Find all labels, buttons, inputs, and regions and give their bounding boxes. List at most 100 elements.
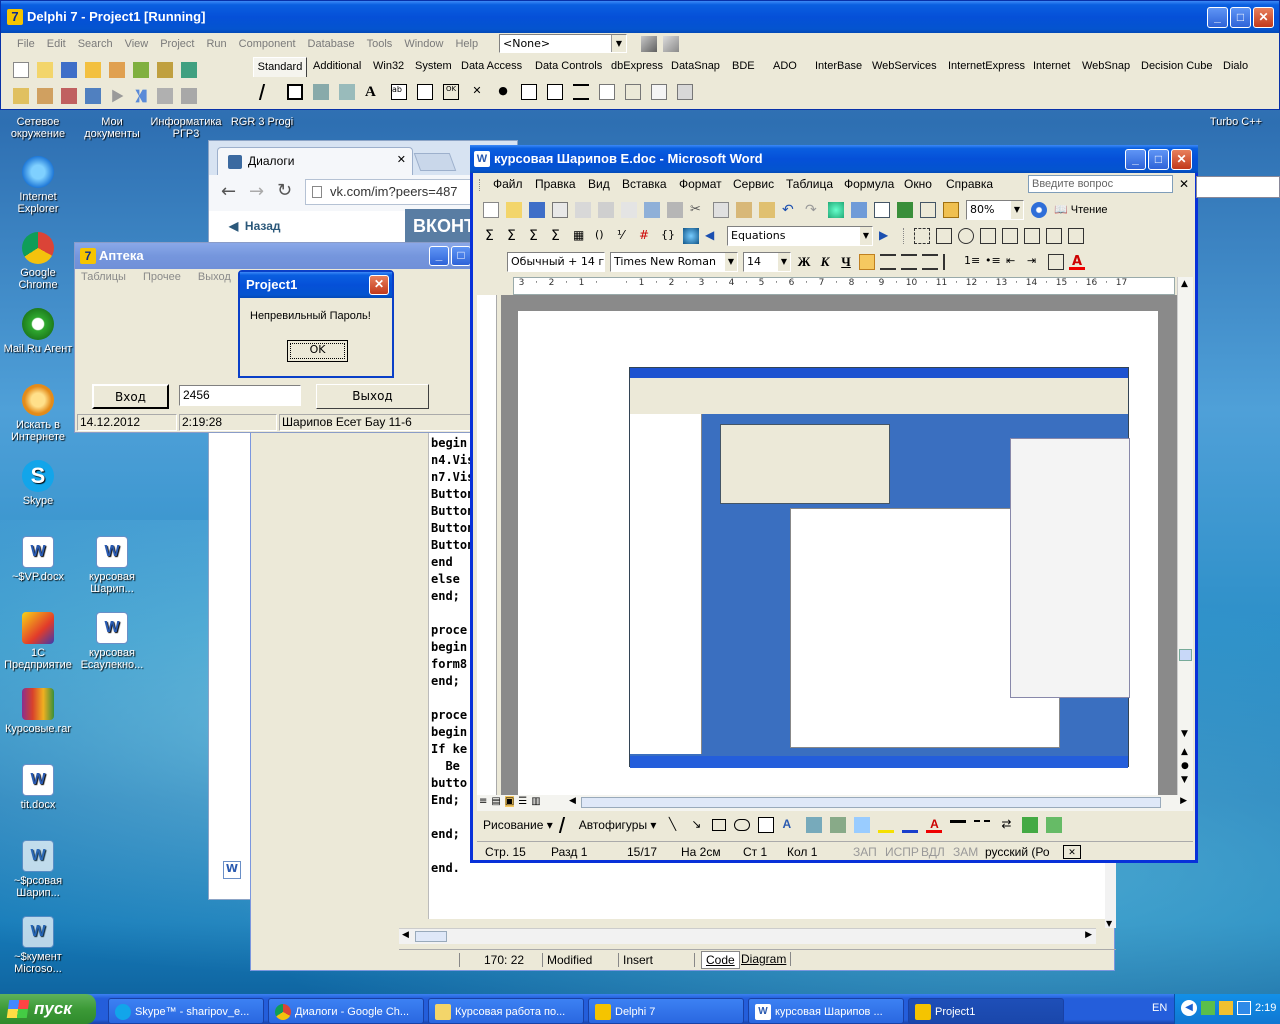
- menu-vyhod[interactable]: Выход: [198, 271, 231, 283]
- close-button[interactable]: ✕: [1253, 7, 1274, 28]
- clipart-icon[interactable]: [830, 817, 847, 833]
- insert-excel-icon[interactable]: [897, 201, 913, 218]
- palette-tab-dbexpress[interactable]: dbExpress: [611, 60, 663, 72]
- menu-component[interactable]: Component: [239, 38, 296, 50]
- bullets-icon[interactable]: •≡: [985, 254, 1001, 270]
- palette-tab-datasnap[interactable]: DataSnap: [671, 60, 720, 72]
- help-icon[interactable]: [181, 62, 197, 78]
- word-doc-icon[interactable]: W: [223, 861, 241, 879]
- palette-tab-system[interactable]: System: [415, 60, 452, 72]
- font-color-icon[interactable]: A: [1069, 254, 1085, 270]
- line-spacing-icon[interactable]: [943, 253, 959, 270]
- crop-icon[interactable]: [936, 227, 952, 244]
- print-layout-icon[interactable]: ▣: [504, 796, 515, 807]
- add-file-icon[interactable]: [133, 62, 149, 78]
- select-shape-icon[interactable]: [914, 227, 930, 244]
- document-page[interactable]: [518, 311, 1158, 795]
- view-form-icon[interactable]: [37, 88, 53, 104]
- remove-file-icon[interactable]: [157, 62, 173, 78]
- scroll-thumb[interactable]: [415, 931, 447, 942]
- pointer-arrow-icon[interactable]: [258, 84, 280, 100]
- chevron-right-icon[interactable]: ▶: [1180, 796, 1187, 806]
- document-area[interactable]: [501, 295, 1177, 795]
- password-field[interactable]: 2456: [179, 385, 301, 406]
- taskbar-item-chrome[interactable]: Диалоги - Google Ch...: [268, 998, 424, 1024]
- cut-icon[interactable]: ✂: [690, 202, 706, 218]
- desktop-icon-1c[interactable]: 1С Предприятие: [0, 612, 76, 671]
- view-unit-icon[interactable]: [13, 88, 29, 104]
- desktop-layout-icon[interactable]: [641, 36, 657, 52]
- desktop-icon-chrome[interactable]: Google Chrome: [0, 232, 76, 291]
- menu-vid[interactable]: Вид: [588, 173, 610, 195]
- fraction-icon[interactable]: ⅟: [617, 228, 633, 244]
- palette-tab-win32[interactable]: Win32: [373, 60, 404, 72]
- open-icon[interactable]: [506, 201, 522, 218]
- desktop-icon-mailru[interactable]: Mail.Ru Агент: [0, 308, 76, 355]
- arrow-style-icon[interactable]: ⇄: [998, 817, 1014, 833]
- login-button[interactable]: Вход: [92, 384, 169, 409]
- apteka-title-bar[interactable]: 7 Аптека _ □ ✕: [75, 243, 497, 269]
- outline-view-icon[interactable]: ☰: [518, 796, 527, 807]
- style-combo[interactable]: Обычный + 14 г: [507, 251, 605, 272]
- desktop-icon-kursovye-rar[interactable]: Курсовые.rar: [0, 688, 76, 735]
- tab-diagram[interactable]: Diagram: [737, 952, 792, 966]
- taskbar-item-project1[interactable]: Project1: [908, 998, 1064, 1024]
- chevron-right-icon[interactable]: ▶: [1085, 930, 1092, 940]
- sigma-sum-icon[interactable]: Σ: [507, 228, 523, 244]
- zoom-combo[interactable]: 80% ▼: [966, 199, 1024, 220]
- select-browse-object-icon[interactable]: ●: [1181, 761, 1189, 771]
- desktop-icon-skype[interactable]: S Skype: [0, 460, 76, 507]
- taskbar-item-kursovaya-rabota[interactable]: Курсовая работа по...: [428, 998, 584, 1024]
- palette-tab-dialogs[interactable]: Dialo: [1223, 60, 1248, 72]
- new-form-icon[interactable]: [85, 88, 101, 104]
- desktop-icon-search[interactable]: Искать в Интернете: [0, 384, 76, 443]
- save-all-icon[interactable]: [109, 62, 125, 78]
- save-desktop-icon[interactable]: [663, 36, 679, 52]
- palette-tab-websnap[interactable]: WebSnap: [1082, 60, 1130, 72]
- next-page-icon[interactable]: ▼: [1181, 775, 1188, 785]
- new-tab-button[interactable]: [413, 153, 457, 171]
- previous-page-icon[interactable]: ▲: [1181, 747, 1188, 757]
- desktop-icon-kursovaya-esaul[interactable]: W курсовая Есаулекно...: [74, 612, 150, 671]
- palette-tab-decision-cube[interactable]: Decision Cube: [1141, 60, 1213, 72]
- menu-help[interactable]: Help: [455, 38, 478, 50]
- justify-icon[interactable]: [922, 253, 938, 270]
- font-size-combo[interactable]: 14 ▼: [743, 251, 791, 272]
- chevron-up-icon[interactable]: ▲: [1181, 279, 1188, 289]
- close-tab-icon[interactable]: ✕: [397, 153, 406, 166]
- palette-tab-data-controls[interactable]: Data Controls: [535, 60, 602, 72]
- permission-icon[interactable]: [552, 201, 568, 218]
- arrow-right-icon[interactable]: ▶: [879, 228, 895, 244]
- language-indicator[interactable]: EN: [1152, 1002, 1167, 1014]
- italic-icon[interactable]: К: [817, 254, 833, 270]
- undo-icon[interactable]: ↶: [782, 202, 798, 218]
- run-icon[interactable]: [112, 89, 124, 103]
- menu-pravka[interactable]: Правка: [535, 173, 576, 195]
- rectangle-icon[interactable]: [712, 819, 727, 831]
- chevron-left-icon[interactable]: ◀: [569, 796, 576, 806]
- menu-edit[interactable]: Edit: [47, 38, 66, 50]
- line-icon[interactable]: ╲: [664, 817, 680, 833]
- spelling-status-icon[interactable]: ✕: [1063, 845, 1081, 859]
- palette-tab-standard[interactable]: Standard: [253, 57, 307, 77]
- dash-style-icon[interactable]: [974, 820, 991, 836]
- desktop-icon-tit-docx[interactable]: W tit.docx: [0, 764, 76, 811]
- hyperlink-icon[interactable]: [828, 201, 844, 218]
- tray-security-icon[interactable]: [1219, 1001, 1233, 1015]
- new-document-icon[interactable]: [483, 201, 499, 218]
- minimize-button[interactable]: _: [1207, 7, 1228, 28]
- palette-tab-additional[interactable]: Additional: [313, 60, 361, 72]
- font-color-icon[interactable]: A: [926, 817, 943, 833]
- menu-search[interactable]: Search: [78, 38, 113, 50]
- decrease-indent-icon[interactable]: ⇤: [1006, 254, 1022, 270]
- back-link[interactable]: ◀ Назад: [229, 219, 281, 233]
- increase-indent-icon[interactable]: ⇥: [1027, 254, 1043, 270]
- palette-tab-internetexpress[interactable]: InternetExpress: [948, 60, 1025, 72]
- desktop-icon-turbo-cpp[interactable]: Turbo C++: [1198, 116, 1274, 128]
- label-icon[interactable]: A: [365, 84, 381, 100]
- reading-view-icon[interactable]: ▥: [531, 796, 540, 807]
- step-over-icon[interactable]: [181, 88, 197, 104]
- numbering-icon[interactable]: 1≡: [964, 254, 980, 270]
- menu-tools[interactable]: Tools: [367, 38, 393, 50]
- tab-code[interactable]: Code: [701, 951, 740, 969]
